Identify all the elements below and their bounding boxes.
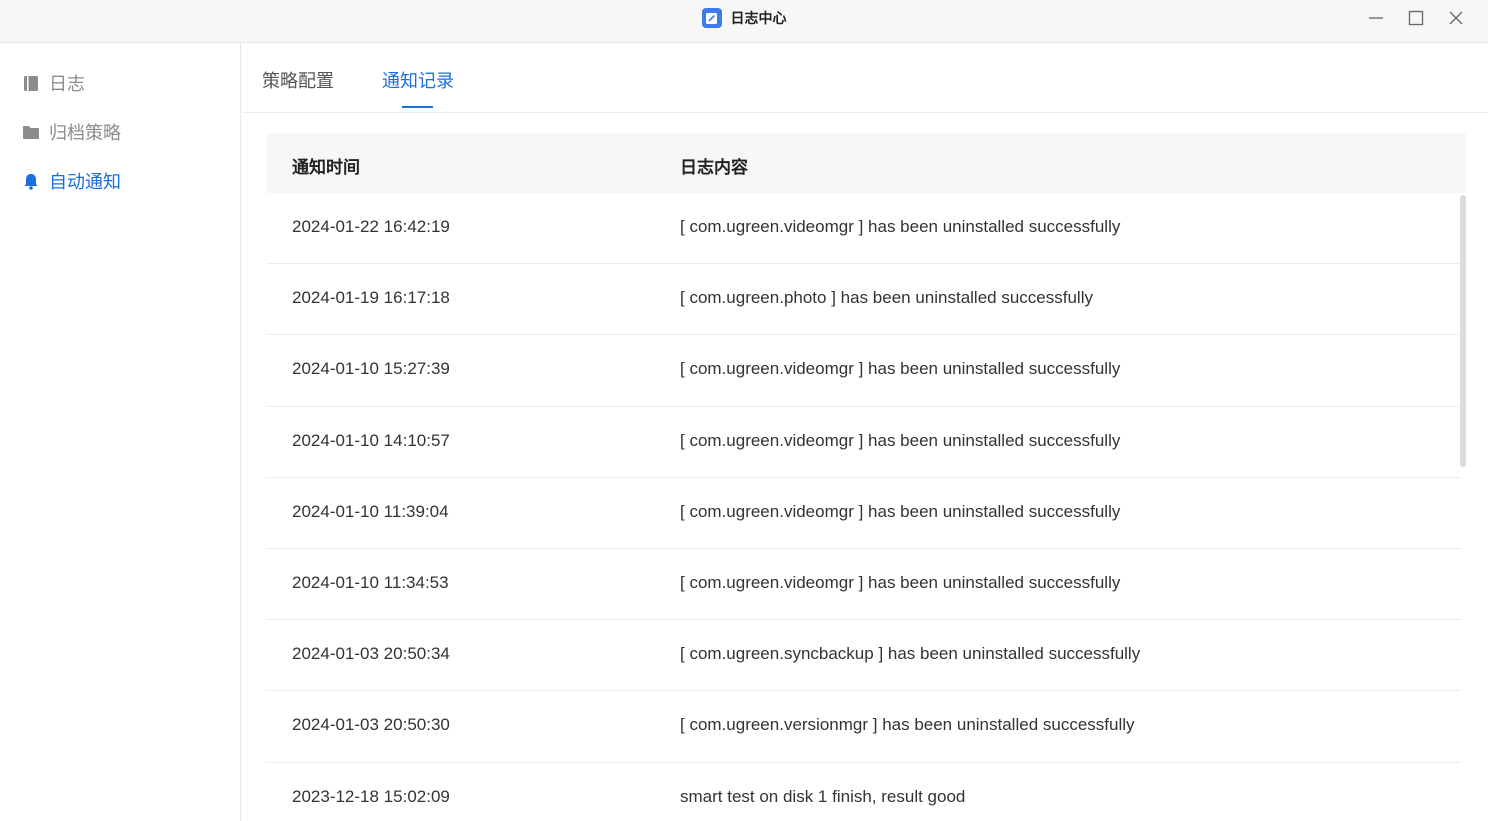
window-title: 日志中心 <box>730 10 787 26</box>
cell-content: [ com.ugreen.videomgr ] has been uninsta… <box>680 501 1121 521</box>
tab-policy-config[interactable]: 策略配置 <box>262 67 334 93</box>
window-title-group: 日志中心 <box>0 0 1488 36</box>
cell-time: 2024-01-10 14:10:57 <box>292 430 450 450</box>
minimize-icon <box>1369 17 1383 19</box>
book-icon <box>22 74 40 92</box>
table-row: 2024-01-03 20:50:34 [ com.ugreen.syncbac… <box>266 620 1461 692</box>
cell-content: [ com.ugreen.syncbackup ] has been unins… <box>680 644 1141 664</box>
tab-notification-records[interactable]: 通知记录 <box>382 67 454 93</box>
table-row: 2024-01-10 11:39:04 [ com.ugreen.videomg… <box>266 478 1461 549</box>
sidebar: 日志 归档策略 自动通知 <box>0 43 241 821</box>
cell-content: [ com.ugreen.versionmgr ] has been unins… <box>680 715 1135 735</box>
close-button[interactable] <box>1438 6 1474 30</box>
table-row: 2024-01-10 15:27:39 [ com.ugreen.videomg… <box>266 335 1461 407</box>
sidebar-item-label: 日志 <box>49 74 85 94</box>
table-row: 2024-01-22 16:42:19 [ com.ugreen.videomg… <box>266 193 1461 265</box>
table-row: 2024-01-10 14:10:57 [ com.ugreen.videomg… <box>266 407 1461 478</box>
column-header-time: 通知时间 <box>292 158 360 177</box>
column-header-content: 日志内容 <box>680 158 748 177</box>
sidebar-item-label: 归档策略 <box>49 123 121 143</box>
folder-icon <box>22 123 40 141</box>
cell-time: 2024-01-19 16:17:18 <box>292 288 450 308</box>
active-tab-indicator <box>402 106 433 108</box>
sidebar-item-logs[interactable]: 日志 <box>22 71 85 95</box>
cell-time: 2023-12-18 15:02:09 <box>292 786 450 806</box>
minimize-button[interactable] <box>1358 6 1394 30</box>
cell-content: [ com.ugreen.videomgr ] has been uninsta… <box>680 572 1121 592</box>
cell-time: 2024-01-10 11:34:53 <box>292 572 449 592</box>
title-bar: 日志中心 <box>0 0 1488 43</box>
window-controls <box>1358 6 1474 30</box>
close-icon <box>1449 11 1463 25</box>
table-body: 2024-01-22 16:42:19 [ com.ugreen.videomg… <box>266 193 1461 821</box>
table-row: 2024-01-03 20:50:30 [ com.ugreen.version… <box>266 691 1461 763</box>
cell-content: [ com.ugreen.videomgr ] has been uninsta… <box>680 217 1121 236</box>
tab-bar: 策略配置 通知记录 <box>242 43 1488 113</box>
cell-time: 2024-01-10 11:39:04 <box>292 501 449 521</box>
table-row: 2024-01-10 11:34:53 [ com.ugreen.videomg… <box>266 549 1461 621</box>
cell-content: smart test on disk 1 finish, result good <box>680 786 966 806</box>
table-header: 通知时间 日志内容 <box>266 133 1466 193</box>
cell-time: 2024-01-03 20:50:34 <box>292 644 450 664</box>
maximize-button[interactable] <box>1398 6 1434 30</box>
bell-icon <box>22 172 40 190</box>
maximize-icon <box>1408 10 1424 26</box>
sidebar-item-label: 自动通知 <box>49 172 121 192</box>
cell-time: 2024-01-10 15:27:39 <box>292 359 450 379</box>
vertical-scrollbar[interactable] <box>1460 195 1466 467</box>
cell-time: 2024-01-03 20:50:30 <box>292 715 450 735</box>
cell-content: [ com.ugreen.videomgr ] has been uninsta… <box>680 430 1121 450</box>
cell-content: [ com.ugreen.photo ] has been uninstalle… <box>680 288 1093 308</box>
cell-content: [ com.ugreen.videomgr ] has been uninsta… <box>680 359 1121 379</box>
sidebar-item-auto-notify[interactable]: 自动通知 <box>22 169 121 193</box>
cell-time: 2024-01-22 16:42:19 <box>292 217 450 236</box>
sidebar-item-archive-policy[interactable]: 归档策略 <box>22 120 121 144</box>
table-row: 2024-01-19 16:17:18 [ com.ugreen.photo ]… <box>266 264 1461 336</box>
table-row: 2023-12-18 15:02:09 smart test on disk 1… <box>266 763 1461 821</box>
notebook-icon <box>701 8 722 28</box>
